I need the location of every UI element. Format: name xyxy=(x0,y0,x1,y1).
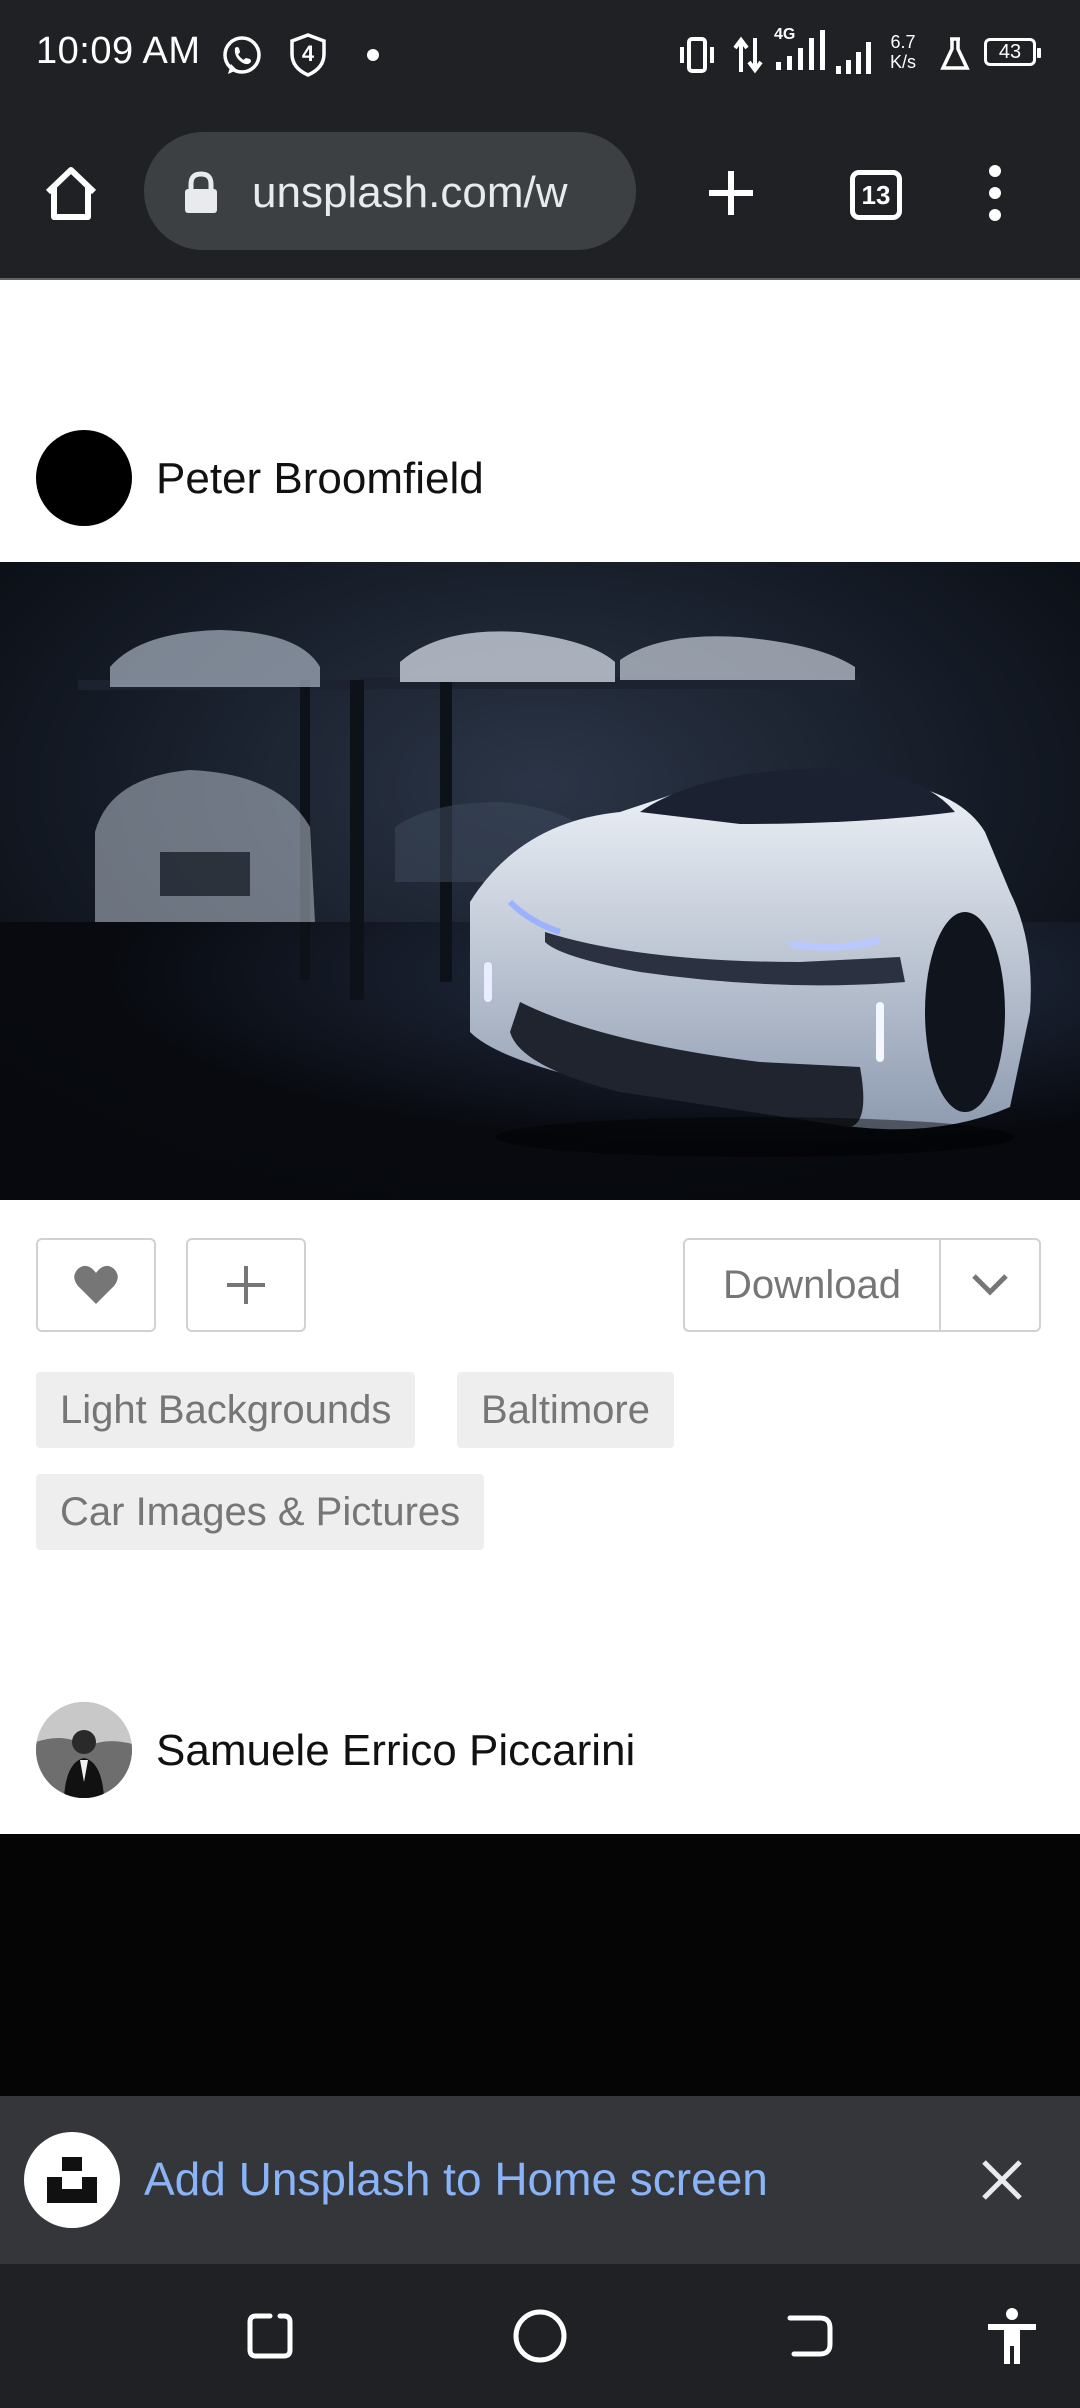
chevron-down-icon xyxy=(972,1274,1008,1296)
back-icon xyxy=(787,2315,833,2357)
dot-icon xyxy=(367,49,379,61)
lock-icon xyxy=(185,171,217,213)
tab-count-label: 13 xyxy=(861,180,891,210)
status-bar: 10:09 AM 4 4G 6.7 K/s 43 xyxy=(0,0,1080,108)
recents-icon xyxy=(247,2313,293,2359)
download-label: Download xyxy=(723,1262,901,1307)
add-to-home-text[interactable]: Add Unsplash to Home screen xyxy=(144,2152,768,2206)
status-time: 10:09 AM xyxy=(36,30,201,72)
heart-icon xyxy=(74,1265,118,1304)
battery-level: 43 xyxy=(998,41,1022,63)
tag-chip[interactable]: Light Backgrounds xyxy=(36,1372,416,1448)
download-button[interactable]: Download xyxy=(683,1238,941,1332)
home-nav-button[interactable] xyxy=(504,2300,576,2372)
photo-car[interactable] xyxy=(0,562,1080,1200)
like-button[interactable] xyxy=(36,1238,156,1332)
vibrate-icon xyxy=(680,37,714,73)
lab-flask-icon xyxy=(940,37,970,70)
signal-icon: 4G xyxy=(774,26,834,76)
tag-chip[interactable]: Car Images & Pictures xyxy=(36,1474,485,1550)
home-circle-icon xyxy=(513,2309,567,2363)
close-banner-button[interactable] xyxy=(966,2144,1038,2216)
avatar[interactable] xyxy=(36,1702,132,1798)
author-row[interactable]: Peter Broomfield xyxy=(0,430,1080,530)
new-tab-icon xyxy=(709,171,753,215)
browser-toolbar: unsplash.com/w 13 xyxy=(0,108,1080,280)
net-speed-unit: K/s xyxy=(890,52,917,72)
battery-icon: 43 xyxy=(984,38,1041,66)
signal-icon-2 xyxy=(836,42,871,74)
back-button[interactable] xyxy=(774,2300,846,2372)
accessibility-icon xyxy=(988,2308,1036,2364)
author-name[interactable]: Samuele Errico Piccarini xyxy=(156,1726,635,1776)
system-nav-bar xyxy=(0,2264,1080,2408)
photo-dark[interactable] xyxy=(0,1834,1080,2096)
author-row[interactable]: Samuele Errico Piccarini xyxy=(0,1702,1080,1802)
url-text: unsplash.com/w xyxy=(252,168,568,217)
avatar-photo xyxy=(36,1702,132,1798)
add-to-collection-button[interactable] xyxy=(186,1238,306,1332)
more-vert-icon xyxy=(989,165,1001,221)
tab-switcher-button[interactable]: 13 xyxy=(850,170,902,220)
data-arrows-icon xyxy=(733,36,763,74)
unsplash-logo-icon xyxy=(24,2132,120,2228)
home-icon xyxy=(45,167,97,220)
accessibility-button[interactable] xyxy=(976,2300,1048,2372)
more-options-button[interactable] xyxy=(960,158,1030,228)
home-button[interactable] xyxy=(36,158,106,228)
author-name[interactable]: Peter Broomfield xyxy=(156,454,484,504)
avatar[interactable] xyxy=(36,430,132,526)
shield-badge-number: 4 xyxy=(301,41,315,66)
net-speed-value: 6.7 xyxy=(890,32,916,52)
close-icon xyxy=(982,2160,1022,2200)
new-tab-button[interactable] xyxy=(696,158,766,228)
net-speed: 6.7 K/s xyxy=(890,32,916,72)
tag-chip[interactable]: Baltimore xyxy=(457,1372,674,1448)
plus-icon xyxy=(227,1266,265,1304)
download-options-button[interactable] xyxy=(939,1238,1041,1332)
whatsapp-icon xyxy=(223,36,261,74)
url-bar[interactable]: unsplash.com/w xyxy=(144,132,636,250)
shield-badge-icon: 4 xyxy=(288,32,328,78)
add-to-home-banner[interactable]: Add Unsplash to Home screen xyxy=(0,2096,1080,2264)
recents-button[interactable] xyxy=(234,2300,306,2372)
